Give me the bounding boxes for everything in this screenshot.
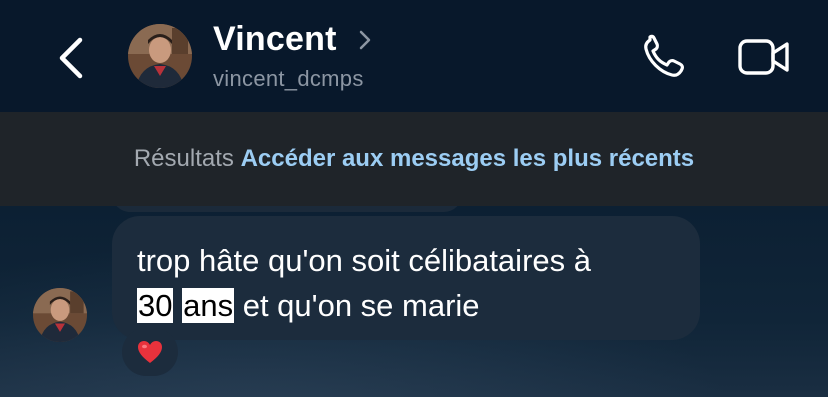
previous-message-bubble[interactable]: [112, 206, 462, 212]
voice-call-button[interactable]: [640, 34, 690, 80]
back-chevron-icon: [59, 37, 83, 79]
jump-to-recent-link[interactable]: Accéder aux messages les plus récents: [241, 145, 695, 172]
phone-icon: [644, 34, 684, 77]
message-text: trop hâte qu'on soit célibataires à 30 an…: [137, 238, 697, 328]
results-label: Résultats: [133, 145, 234, 172]
contact-name: Vincent: [213, 20, 337, 58]
video-call-button[interactable]: [737, 37, 791, 77]
search-highlight-30: 30: [137, 288, 174, 323]
reaction-badge[interactable]: [122, 328, 178, 376]
message-text-part1: trop hâte qu'on soit célibataires à: [137, 243, 591, 278]
heart-icon: [138, 341, 162, 363]
chat-header: Vincent vincent_dcmps: [0, 0, 828, 112]
search-results-banner: Résultats Accéder aux messages les plus …: [0, 112, 828, 206]
contact-name-button[interactable]: Vincent: [213, 20, 337, 59]
chevron-right-icon: [359, 30, 371, 50]
video-camera-icon: [738, 39, 789, 75]
back-button[interactable]: [52, 36, 92, 80]
sender-avatar[interactable]: [33, 288, 87, 342]
message-text-part2: et qu'on se marie: [242, 288, 480, 323]
contact-avatar[interactable]: [128, 24, 192, 88]
search-highlight-ans: ans: [182, 288, 235, 323]
contact-username: vincent_dcmps: [213, 66, 364, 91]
